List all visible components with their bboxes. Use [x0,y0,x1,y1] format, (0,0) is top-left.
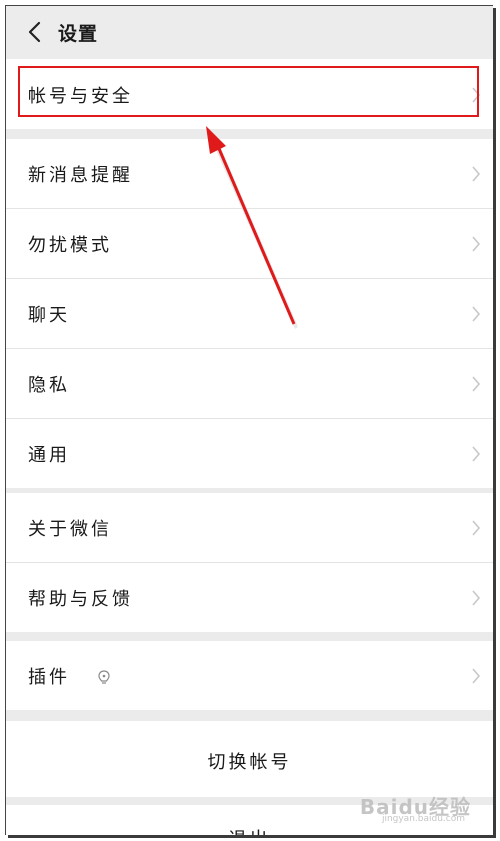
chevron-right-icon [471,589,481,607]
settings-group-plugins: 插件 [6,641,493,710]
chevron-right-icon [471,375,481,393]
list-item-label: 关于微信 [28,519,112,540]
top-bar: 设置 [6,6,493,59]
chevron-right-icon [471,519,481,537]
phone-screen: 设置 帐号与安全 新消息提醒 勿扰模式 聊天 隐私 通用 关于微信 帮助与反馈 … [5,5,493,835]
watermark-url: jingyan.baidu.com [381,814,465,824]
list-item-label: 聊天 [28,305,70,326]
list-item-label: 隐私 [28,375,70,396]
settings-group-about: 关于微信 帮助与反馈 [6,493,493,632]
list-item-do-not-disturb[interactable]: 勿扰模式 [6,209,493,279]
list-item-account-security[interactable]: 帐号与安全 [6,59,493,129]
plugin-icon [96,669,112,685]
page-title: 设置 [58,23,99,45]
chevron-right-icon [471,235,481,253]
back-arrow-icon[interactable] [24,19,48,45]
chevron-right-icon [471,86,481,104]
list-item-general[interactable]: 通用 [6,419,493,488]
chevron-right-icon [471,445,481,463]
settings-group-main: 新消息提醒 勿扰模式 聊天 隐私 通用 [6,139,493,488]
list-item-label: 通用 [28,445,70,466]
switch-account-button[interactable]: 切换帐号 [6,721,493,797]
list-item-label: 帮助与反馈 [28,589,133,610]
list-item-label: 勿扰模式 [28,235,112,256]
watermark: Baidu经验 jingyan.baidu.com [321,791,471,827]
list-item-new-message-alerts[interactable]: 新消息提醒 [6,139,493,209]
switch-account-group: 切换帐号 [6,721,493,797]
list-item-chat[interactable]: 聊天 [6,279,493,349]
account-group: 帐号与安全 [6,59,493,129]
list-item-about-wechat[interactable]: 关于微信 [6,493,493,563]
list-item-plugins[interactable]: 插件 [6,641,493,710]
list-item-label: 新消息提醒 [28,165,133,186]
list-item-help-feedback[interactable]: 帮助与反馈 [6,563,493,632]
list-item-privacy[interactable]: 隐私 [6,349,493,419]
chevron-right-icon [471,667,481,685]
list-item-label: 帐号与安全 [28,86,133,107]
list-item-label: 插件 [28,667,70,688]
chevron-right-icon [471,305,481,323]
switch-account-label: 切换帐号 [207,752,292,773]
chevron-right-icon [471,165,481,183]
